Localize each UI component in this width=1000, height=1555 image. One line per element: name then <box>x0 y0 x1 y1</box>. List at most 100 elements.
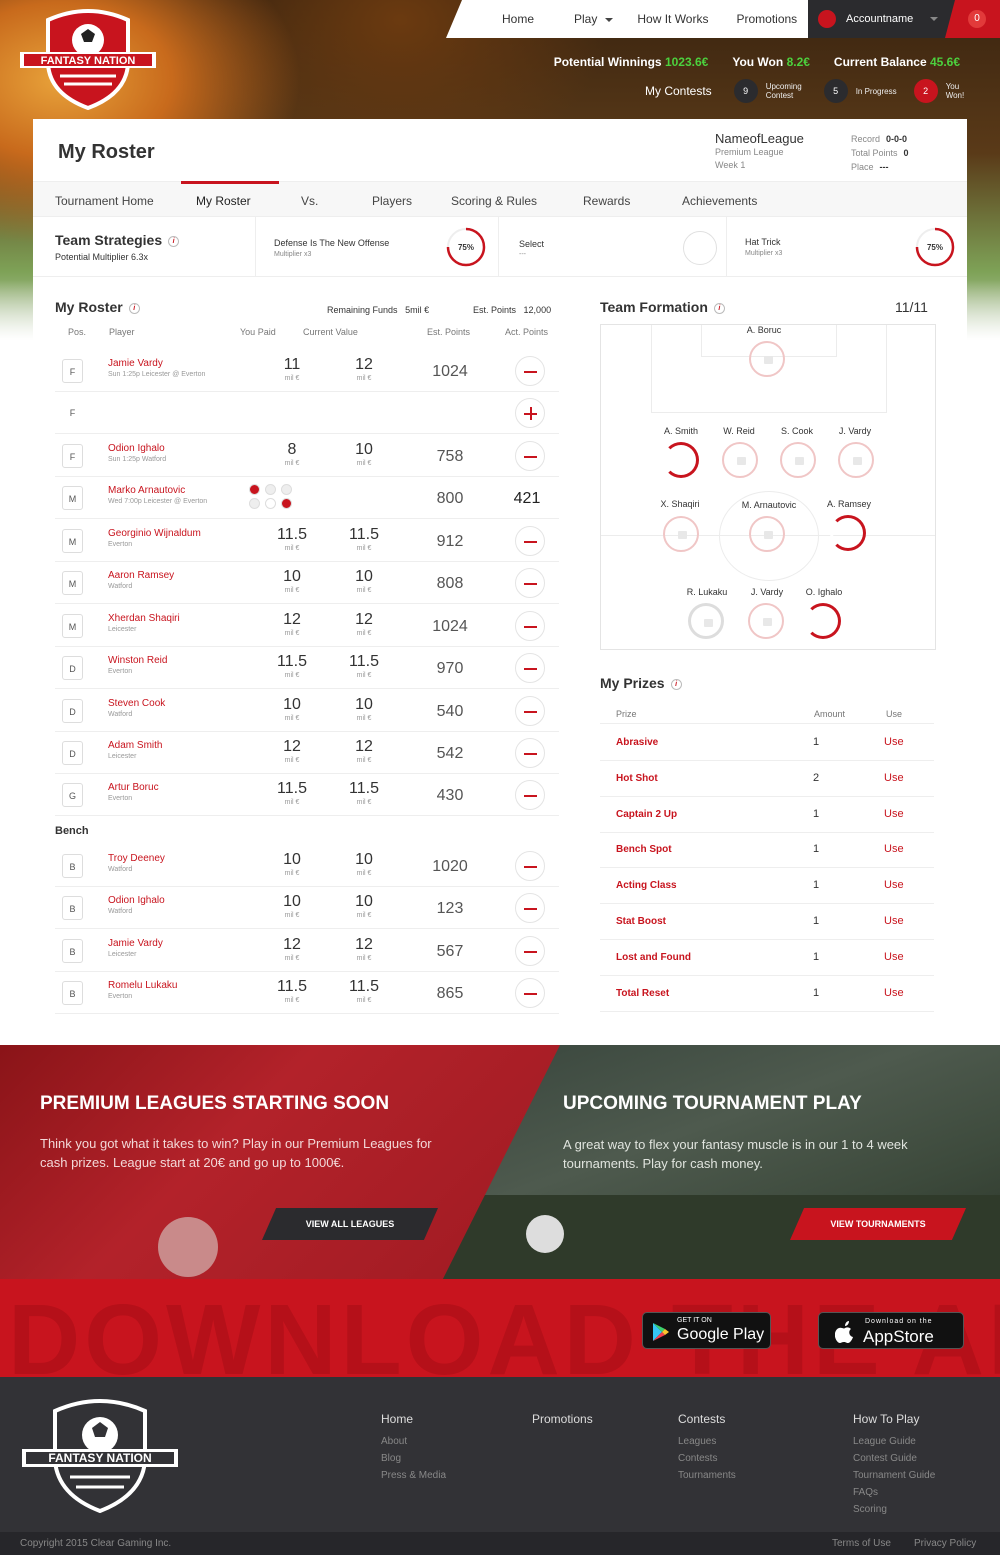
footer-link[interactable]: Blog <box>381 1450 446 1467</box>
player-name[interactable]: Odion Ighalo <box>108 895 165 906</box>
strategy-slot-1[interactable]: Defense Is The New Offense Multiplier x3… <box>255 217 498 277</box>
player-name[interactable]: Jamie Vardy <box>108 358 163 369</box>
live-game-indicator <box>249 484 301 512</box>
use-prize-link[interactable]: Use <box>884 951 904 963</box>
footer-link[interactable]: Leagues <box>678 1433 736 1450</box>
tab-scoring-rules[interactable]: Scoring & Rules <box>451 194 537 208</box>
tab-rewards[interactable]: Rewards <box>583 194 630 208</box>
footer-link[interactable]: Tournament Guide <box>853 1467 935 1484</box>
player-name[interactable]: Steven Cook <box>108 698 165 709</box>
footer-link[interactable]: League Guide <box>853 1433 935 1450</box>
use-prize-link[interactable]: Use <box>884 772 904 784</box>
formation-slot[interactable] <box>830 515 866 551</box>
footer-logo[interactable]: FANTASY NATION <box>20 1395 180 1513</box>
formation-slot[interactable] <box>749 516 785 552</box>
tab-my-roster[interactable]: My Roster <box>196 194 251 208</box>
footer-link[interactable]: About <box>381 1433 446 1450</box>
info-icon[interactable]: i <box>670 678 682 690</box>
remove-player-button[interactable] <box>515 695 545 726</box>
info-icon[interactable]: i <box>168 235 180 247</box>
player-name[interactable]: Odion Ighalo <box>108 443 165 454</box>
player-name[interactable]: Jamie Vardy <box>108 938 163 949</box>
view-all-leagues-button[interactable]: VIEW ALL LEAGUES <box>262 1208 438 1240</box>
footer-heading[interactable]: How To Play <box>853 1412 935 1426</box>
tab-players[interactable]: Players <box>372 194 412 208</box>
footer-link[interactable]: Tournaments <box>678 1467 736 1484</box>
app-store-button[interactable]: Download on the AppStore <box>818 1312 964 1349</box>
use-prize-link[interactable]: Use <box>884 987 904 999</box>
remove-player-button[interactable] <box>515 525 545 556</box>
remove-player-button[interactable] <box>515 355 545 386</box>
my-contests-summary[interactable]: My Contests 9 Upcoming Contest 5 In Prog… <box>645 79 976 103</box>
footer-heading[interactable]: Contests <box>678 1412 736 1426</box>
remove-player-button[interactable] <box>515 780 545 810</box>
nav-promotions[interactable]: Promotions <box>736 12 797 26</box>
strategy-slot-2[interactable]: Select --- <box>498 217 726 277</box>
use-prize-link[interactable]: Use <box>884 915 904 927</box>
fantasy-nation-logo[interactable]: FANTASY NATION <box>18 6 158 110</box>
tab-vs[interactable]: Vs. <box>301 194 318 208</box>
info-icon[interactable]: i <box>713 302 725 314</box>
notifications-button[interactable]: 0 <box>945 0 1000 38</box>
footer-column: Home About Blog Press & Media <box>381 1412 446 1484</box>
formation-slot[interactable] <box>663 516 699 552</box>
add-player-button[interactable] <box>515 398 545 428</box>
footer-link[interactable]: FAQs <box>853 1484 935 1501</box>
player-name[interactable]: Adam Smith <box>108 740 162 751</box>
remove-player-button[interactable] <box>515 568 545 598</box>
player-name[interactable]: Romelu Lukaku <box>108 980 177 991</box>
footer-heading[interactable]: Promotions <box>532 1412 593 1426</box>
terms-link[interactable]: Terms of Use <box>832 1538 891 1549</box>
footer-link[interactable]: Scoring <box>853 1501 935 1518</box>
nav-how-it-works[interactable]: How It Works <box>637 12 708 26</box>
formation-slot[interactable] <box>748 603 784 639</box>
formation-slot[interactable] <box>780 442 816 478</box>
formation-slot[interactable] <box>663 442 699 478</box>
tab-tournament-home[interactable]: Tournament Home <box>55 194 154 208</box>
remove-player-button[interactable] <box>515 610 545 641</box>
remove-player-button[interactable] <box>515 653 545 683</box>
footer-link[interactable]: Contests <box>678 1450 736 1467</box>
upcoming-count[interactable]: 9 <box>733 79 758 103</box>
remove-player-button[interactable] <box>515 978 545 1008</box>
footer-link[interactable]: Press & Media <box>381 1467 446 1484</box>
footer-heading[interactable]: Home <box>381 1412 446 1426</box>
remove-player-button[interactable] <box>515 738 545 768</box>
tab-achievements[interactable]: Achievements <box>682 194 757 208</box>
formation-slot[interactable] <box>838 442 874 478</box>
player-name[interactable]: Aaron Ramsey <box>108 570 174 581</box>
account-menu[interactable]: Accountname <box>808 0 956 38</box>
nav-home[interactable]: Home <box>502 12 534 26</box>
formation-slot[interactable] <box>749 341 785 377</box>
remove-player-button[interactable] <box>515 893 545 923</box>
remove-player-button[interactable] <box>515 440 545 471</box>
position-badge: F <box>62 443 83 468</box>
info-icon[interactable]: i <box>128 302 140 314</box>
use-prize-link[interactable]: Use <box>884 736 904 748</box>
in-progress-count[interactable]: 5 <box>823 79 848 103</box>
current-value: 10 <box>355 695 373 713</box>
view-tournaments-button[interactable]: VIEW TOURNAMENTS <box>790 1208 966 1240</box>
table-row: M Marko Arnautovic Wed 7:00p Leicester @ E… <box>55 477 559 519</box>
remove-player-button[interactable] <box>515 935 545 966</box>
league-name: NameofLeague <box>715 131 804 146</box>
won-count[interactable]: 2 <box>913 79 938 103</box>
player-name[interactable]: Marko Arnautovic <box>108 485 185 496</box>
strategy-slot-3[interactable]: Hat Trick Multiplier x3 75% <box>726 217 967 277</box>
player-name[interactable]: Winston Reid <box>108 655 167 666</box>
player-name[interactable]: Xherdan Shaqiri <box>108 613 180 624</box>
player-name[interactable]: Troy Deeney <box>108 853 165 864</box>
use-prize-link[interactable]: Use <box>884 843 904 855</box>
google-play-button[interactable]: GET IT ON Google Play <box>642 1312 771 1349</box>
player-name[interactable]: Artur Boruc <box>108 782 159 793</box>
use-prize-link[interactable]: Use <box>884 879 904 891</box>
remove-player-button[interactable] <box>515 850 545 881</box>
formation-slot[interactable] <box>805 603 841 639</box>
formation-slot[interactable] <box>688 603 724 639</box>
nav-play[interactable]: Play <box>574 12 614 26</box>
player-name[interactable]: Georginio Wijnaldum <box>108 528 201 539</box>
formation-slot[interactable] <box>722 442 758 478</box>
privacy-link[interactable]: Privacy Policy <box>914 1538 976 1549</box>
footer-link[interactable]: Contest Guide <box>853 1450 935 1467</box>
use-prize-link[interactable]: Use <box>884 808 904 820</box>
